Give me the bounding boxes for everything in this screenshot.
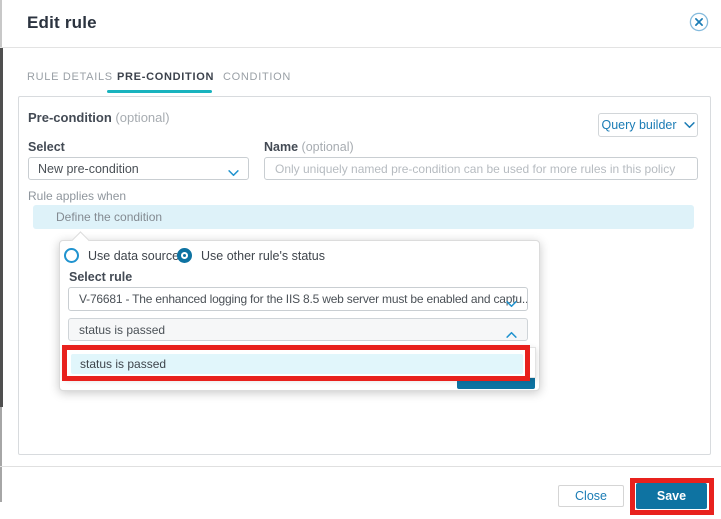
dialog-close-button[interactable]: [688, 12, 710, 34]
status-option-list: status is passed: [65, 347, 536, 378]
status-option-row[interactable]: status is passed: [71, 354, 523, 374]
edit-rule-dialog: Edit rule RULE DETAILS PRE-CONDITION CON…: [0, 0, 721, 519]
rule-applies-when-label: Rule applies when: [28, 189, 127, 203]
circled-x-close-icon: [689, 12, 709, 35]
dialog-title: Edit rule: [27, 13, 97, 32]
condition-popup: Use data source Use other rule's status …: [59, 231, 540, 391]
chevron-down-icon: [228, 166, 239, 180]
footer-divider: [0, 466, 721, 467]
header-divider: [0, 47, 721, 48]
radio-unselected-icon: [64, 248, 79, 263]
active-tab-underline: [107, 90, 212, 93]
query-builder-label: Query builder: [601, 118, 677, 132]
rule-select-value: V-76681 - The enhanced logging for the I…: [79, 292, 528, 306]
page-edge-line: [0, 0, 2, 47]
precondition-select-value: New pre-condition: [38, 161, 139, 176]
close-button[interactable]: Close: [558, 485, 624, 507]
rule-select-dropdown[interactable]: V-76681 - The enhanced logging for the I…: [68, 287, 528, 311]
precondition-heading: Pre-condition (optional): [28, 110, 170, 125]
chevron-up-icon: [506, 327, 517, 341]
precondition-select-dropdown[interactable]: New pre-condition: [28, 157, 249, 180]
select-rule-label: Select rule: [69, 270, 133, 284]
precondition-heading-text: Pre-condition: [28, 110, 112, 125]
radio-use-data-source[interactable]: Use data source: [64, 248, 179, 263]
page-edge-line: [0, 47, 3, 407]
name-field-label: Name (optional): [264, 140, 354, 154]
page-edge-line: [0, 407, 2, 502]
radio-use-other-rule-status-label: Use other rule's status: [201, 248, 325, 263]
query-builder-button[interactable]: Query builder: [598, 113, 698, 137]
chevron-down-icon: [683, 118, 695, 132]
chevron-down-icon: [506, 297, 517, 310]
name-label-text: Name: [264, 140, 299, 154]
status-select-value: status is passed: [79, 322, 166, 337]
radio-use-other-rule-status[interactable]: Use other rule's status: [177, 248, 325, 263]
save-button[interactable]: Save: [636, 483, 707, 509]
name-input[interactable]: [264, 157, 698, 180]
tab-condition[interactable]: CONDITION: [223, 71, 291, 83]
tab-rule-details[interactable]: RULE DETAILS: [27, 71, 113, 83]
name-label-optional: (optional): [301, 140, 354, 154]
radio-use-data-source-label: Use data source: [88, 248, 180, 263]
radio-selected-icon: [177, 248, 192, 263]
tab-pre-condition[interactable]: PRE-CONDITION: [117, 71, 214, 83]
select-field-label: Select: [28, 140, 65, 154]
precondition-heading-optional: (optional): [115, 110, 170, 125]
define-condition-row[interactable]: Define the condition: [33, 205, 694, 229]
status-select-dropdown[interactable]: status is passed: [68, 318, 528, 341]
